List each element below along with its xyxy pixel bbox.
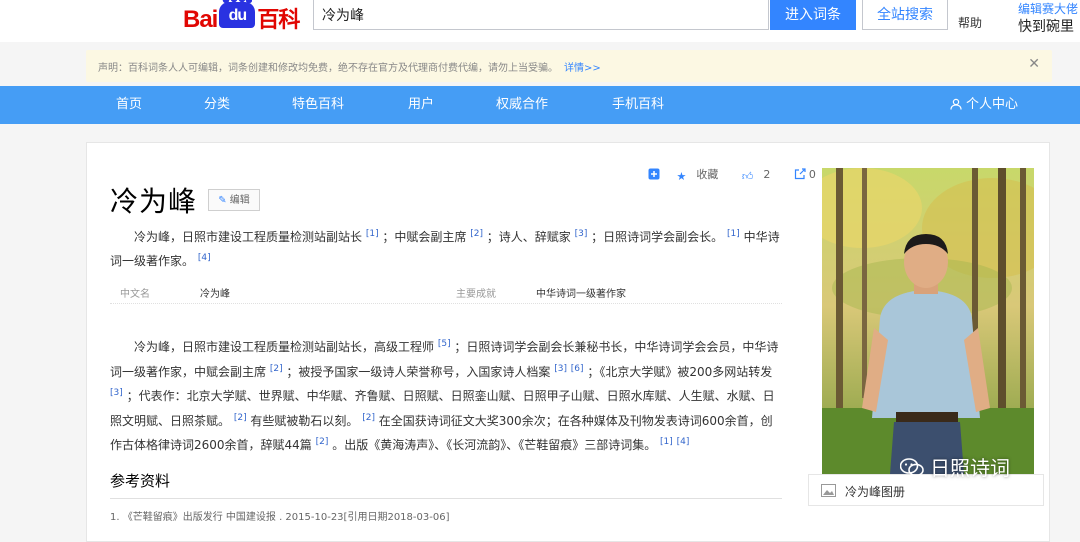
citation-link[interactable]: [2] <box>316 437 329 447</box>
divider <box>110 498 782 499</box>
body-text: ；被授予国家一级诗人荣誉称号，入国家诗人档案 <box>282 364 555 379</box>
citation-link[interactable]: [3] <box>575 229 588 239</box>
collect-label: 收藏 <box>696 168 719 181</box>
citation-link[interactable]: [2] <box>470 229 483 239</box>
citation-link[interactable]: [1] <box>660 437 673 447</box>
nav-item-featured[interactable]: 特色百科 <box>292 86 344 124</box>
basic-info-value: 中华诗词一级著作家 <box>536 289 626 300</box>
main-nav: 首页 分类 特色百科 用户 权威合作 手机百科 个人中心 <box>0 86 1080 124</box>
like-button[interactable]: 👍︎ 2 <box>741 168 781 183</box>
baidu-baike-logo[interactable]: Bai du 百科 <box>183 0 300 34</box>
nav-item-users[interactable]: 用户 <box>408 86 434 124</box>
disclaimer-notice: 声明：百科词条人人可编辑，词条创建和修改均免费，绝不存在官方及代理商付费代编，请… <box>86 50 1052 82</box>
share-icon <box>794 168 806 180</box>
citation-link[interactable]: [4] <box>677 437 690 447</box>
star-icon: ★ <box>676 170 687 183</box>
portrait-image <box>822 168 1034 474</box>
notice-text: 声明：百科词条人人可编辑，词条创建和修改均免费，绝不存在官方及代理商付费代编，请… <box>98 63 558 74</box>
collect-button[interactable]: ★ 收藏 <box>676 168 729 183</box>
user-icon <box>950 98 962 110</box>
plus-box-icon <box>648 168 660 180</box>
citation-link[interactable]: [3] <box>110 388 123 398</box>
album-label: 冷为峰图册 <box>845 485 906 499</box>
summary-text: ；日照诗词学会副会长。 <box>587 230 727 244</box>
notice-text-row: 声明：百科词条人人可编辑，词条创建和修改均免费，绝不存在官方及代理商付费代编，请… <box>98 59 601 74</box>
logo-paw-icon: du <box>219 0 256 28</box>
watermark-text: 日照诗词 <box>930 456 1010 480</box>
like-count: 2 <box>763 168 771 181</box>
logo-bai-text: Bai <box>183 6 218 33</box>
gallery-icon <box>821 484 836 497</box>
help-link[interactable]: 帮助 <box>958 14 982 31</box>
personal-center-link[interactable]: 个人中心 <box>950 86 1018 124</box>
body-paragraph: 冷为峰，日照市建设工程质量检测站副站长，高级工程师 [5] ；日照诗词学会副会长… <box>110 334 782 457</box>
page-title: 冷为峰 <box>110 185 198 218</box>
edit-label: 编辑 <box>229 195 250 206</box>
nav-item-partners[interactable]: 权威合作 <box>496 86 548 124</box>
citation-link[interactable]: [4] <box>198 253 211 263</box>
thumbs-up-icon: 👍︎ <box>741 170 754 183</box>
citation-link[interactable]: [2] <box>234 413 247 423</box>
nav-item-mobile[interactable]: 手机百科 <box>612 86 664 124</box>
citation-link[interactable]: [2] <box>362 413 375 423</box>
search-all-button[interactable]: 全站搜索 <box>862 0 948 30</box>
citation-link[interactable]: [5] <box>438 339 451 349</box>
summary-text: ；中赋会副主席 <box>378 230 471 244</box>
citation-link[interactable]: [3] <box>554 364 567 374</box>
nav-item-categories[interactable]: 分类 <box>204 86 230 124</box>
top-header: Baidu百科 进入词条 全站搜索 帮助 编辑赛大佬 快到碗里 <box>0 0 1080 42</box>
basic-info-key: 主要成就 <box>456 289 496 300</box>
body-text: ；《北京大学赋》被200多网站转发 <box>583 364 773 379</box>
wechat-icon <box>899 458 924 477</box>
wechat-watermark: 日照诗词 <box>899 452 1010 481</box>
article-toolbar: ★ 收藏 👍︎ 2 0 <box>648 166 836 183</box>
summary-text: ；诗人、辞赋家 <box>482 230 575 244</box>
basic-info-key: 中文名 <box>120 289 150 300</box>
close-icon[interactable]: ✕ <box>1028 56 1040 72</box>
summary-paragraph: 冷为峰，日照市建设工程质量检测站副站长 [1] ；中赋会副主席 [2] ；诗人、… <box>110 224 782 272</box>
citation-link[interactable]: [1] <box>727 229 740 239</box>
body-text: 有些赋被勒石以刻。 <box>246 413 363 428</box>
citation-link[interactable]: [2] <box>270 364 283 374</box>
share-count: 0 <box>808 168 816 181</box>
body-text: 冷为峰，日照市建设工程质量检测站副站长，高级工程师 <box>134 340 438 354</box>
enter-entry-button[interactable]: 进入词条 <box>770 0 856 30</box>
citation-link[interactable]: [1] <box>366 229 379 239</box>
promo-link[interactable]: 编辑赛大佬 <box>1018 0 1078 17</box>
references-heading: 参考资料 <box>110 472 171 490</box>
reference-item[interactable]: 1. 《芒鞋留痕》出版发行 中国建设报 . 2015-10-23[引用日期201… <box>110 508 449 523</box>
nav-item-home[interactable]: 首页 <box>116 86 142 124</box>
personal-center-label: 个人中心 <box>966 97 1019 112</box>
search-input[interactable] <box>313 0 769 30</box>
notice-details-link[interactable]: 详情>> <box>564 63 601 74</box>
citation-link[interactable]: [6] <box>571 364 584 374</box>
logo-baike-text: 百科 <box>257 8 300 33</box>
basic-info-value: 冷为峰 <box>200 289 230 300</box>
promo-banner-text[interactable]: 快到碗里 <box>1018 16 1074 36</box>
pencil-icon: ✎ <box>218 195 227 206</box>
portrait-photo[interactable] <box>822 168 1034 474</box>
add-button[interactable] <box>648 168 663 181</box>
edit-button[interactable]: ✎ 编辑 <box>208 189 260 211</box>
summary-text: 冷为峰，日照市建设工程质量检测站副站长 <box>134 230 366 244</box>
body-text: 。出版《黄海涛声》、《长河流韵》、《芒鞋留痕》三部诗词集。 <box>328 438 661 452</box>
basic-info-row: 中文名 冷为峰 主要成就 中华诗词一级著作家 <box>110 285 782 304</box>
